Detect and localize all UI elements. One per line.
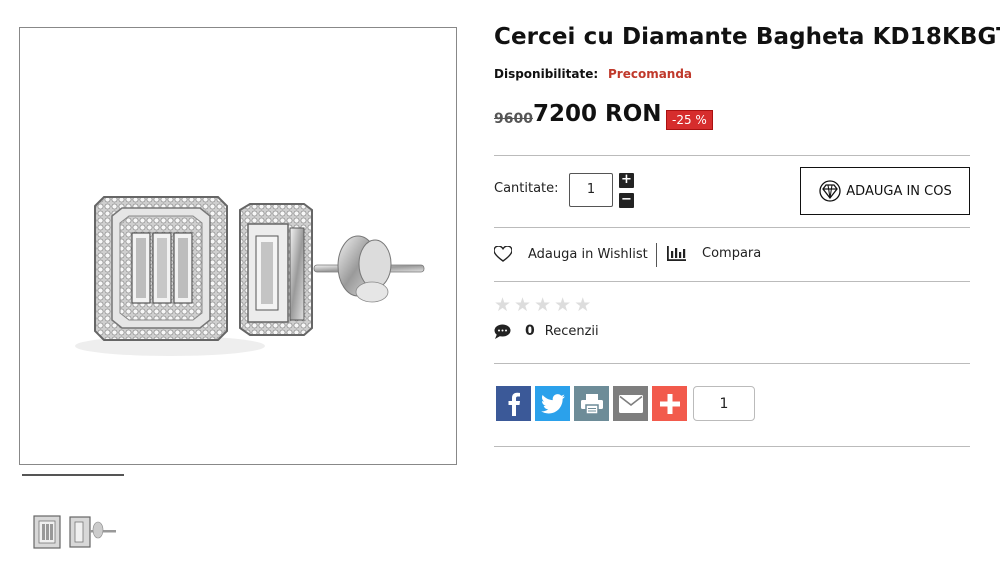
availability-label: Disponibilitate: [494, 67, 599, 81]
quantity-label: Cantitate: [494, 181, 559, 196]
divider [494, 155, 970, 156]
facebook-icon [508, 392, 520, 416]
old-price: 9600 [494, 111, 533, 127]
twitter-share-button[interactable] [535, 386, 570, 421]
availability-value: Precomanda [607, 67, 693, 81]
product-title: Cercei cu Diamante Bagheta KD18KBGT3 [494, 24, 1000, 50]
earrings-thumbnail [33, 515, 116, 549]
availability: Disponibilitate: Precomanda [494, 67, 692, 81]
quantity-decrease-button[interactable]: − [619, 193, 634, 208]
print-icon [580, 393, 603, 414]
divider [494, 363, 970, 364]
current-price: 7200 RON [533, 101, 662, 127]
share-buttons: 1 [496, 386, 755, 421]
bar-chart-icon [667, 246, 686, 261]
star-icon: ★ [554, 294, 572, 316]
plus-icon [659, 393, 680, 414]
heart-icon [494, 246, 512, 262]
star-icon: ★ [534, 294, 552, 316]
main-product-image[interactable] [19, 27, 457, 465]
earrings-image [75, 196, 425, 356]
email-share-button[interactable] [613, 386, 648, 421]
star-rating[interactable]: ★ ★ ★ ★ ★ [494, 296, 594, 315]
divider [656, 243, 657, 267]
star-icon: ★ [514, 294, 532, 316]
thumbnail-indicator [22, 474, 124, 476]
divider [494, 446, 970, 447]
star-icon: ★ [494, 294, 512, 316]
compare-label: Compara [702, 246, 762, 261]
facebook-share-button[interactable] [496, 386, 531, 421]
add-to-wishlist-link[interactable]: Adauga in Wishlist [494, 246, 648, 262]
add-to-cart-button[interactable]: ADAUGA IN COS [800, 167, 970, 215]
divider [494, 227, 970, 228]
discount-badge: -25 % [666, 110, 713, 130]
quantity-increase-button[interactable]: + [619, 173, 634, 188]
review-count: 0 [525, 323, 535, 339]
divider [494, 281, 970, 282]
reviews-link[interactable]: 0 Recenzii [494, 323, 599, 339]
print-button[interactable] [574, 386, 609, 421]
add-to-cart-label: ADAUGA IN COS [846, 183, 952, 199]
more-share-button[interactable] [652, 386, 687, 421]
wishlist-label: Adauga in Wishlist [528, 246, 648, 262]
comment-icon [494, 324, 511, 339]
email-icon [618, 394, 643, 413]
diamond-icon [819, 180, 841, 202]
twitter-icon [540, 393, 565, 413]
thumbnail-image[interactable] [22, 488, 124, 570]
quantity-input[interactable]: 1 [569, 173, 613, 207]
star-icon: ★ [574, 294, 592, 316]
review-label: Recenzii [544, 323, 599, 339]
share-count: 1 [693, 386, 755, 421]
compare-link[interactable]: Compara [667, 246, 761, 261]
